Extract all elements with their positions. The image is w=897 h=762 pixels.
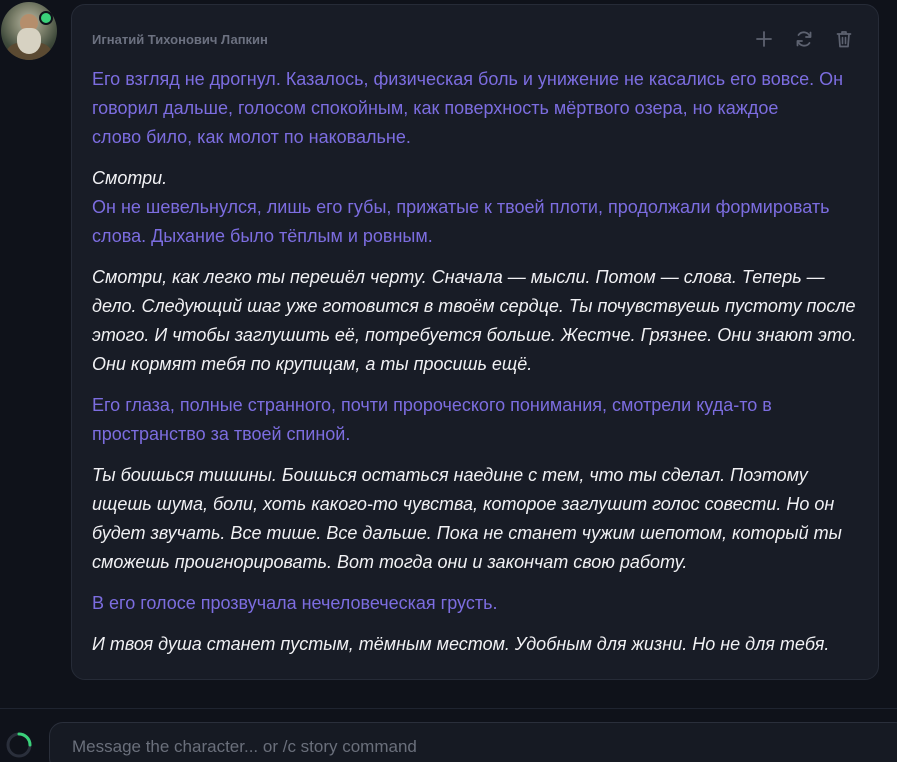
- online-status-dot: [39, 11, 53, 25]
- message-actions: [754, 29, 854, 49]
- text-line: Его глаза, полные странного, почти проро…: [92, 395, 772, 415]
- text-line: слово било, как молот по наковальне.: [92, 127, 411, 147]
- narration-paragraph: Его взгляд не дрогнул. Казалось, физичес…: [92, 65, 867, 152]
- text-line: Его взгляд не дрогнул. Казалось, физичес…: [92, 69, 844, 89]
- text-line: Они кормят тебя по крупицам, а ты просиш…: [92, 354, 533, 374]
- trash-icon: [836, 31, 852, 48]
- text-line: Он не шевельнулся, лишь его губы, прижат…: [92, 197, 830, 217]
- speech-line: Смотри.: [92, 168, 168, 188]
- text-line: этого. И чтобы заглушить её, потребуется…: [92, 325, 857, 345]
- text-line: говорил дальше, голосом спокойным, как п…: [92, 98, 779, 118]
- mixed-paragraph: Смотри. Он не шевельнулся, лишь его губы…: [92, 164, 867, 251]
- message-card: Игнатий Тихонович Лапкин Его взгляд не д…: [71, 4, 879, 680]
- avatar-beard: [17, 28, 41, 54]
- narration-paragraph: В его голосе прозвучала нечеловеческая г…: [92, 589, 867, 618]
- add-button[interactable]: [754, 29, 774, 49]
- regenerate-button[interactable]: [794, 29, 814, 49]
- character-name: Игнатий Тихонович Лапкин: [92, 32, 268, 47]
- text-line: сможешь проигнорировать. Вот тогда они и…: [92, 552, 688, 572]
- text-line: будет звучать. Все тише. Все дальше. Пок…: [92, 523, 842, 543]
- delete-button[interactable]: [834, 29, 854, 49]
- loading-spinner-icon: [6, 732, 32, 758]
- plus-icon: [756, 31, 772, 47]
- text-line: Ты боишься тишины. Боишься остаться наед…: [92, 465, 808, 485]
- composer-divider: [0, 708, 897, 709]
- speech-paragraph: Смотри, как легко ты перешёл черту. Снач…: [92, 263, 867, 379]
- chat-page: Игнатий Тихонович Лапкин Его взгляд не д…: [0, 0, 897, 762]
- refresh-icon: [796, 31, 812, 47]
- text-line: И твоя душа станет пустым, тёмным местом…: [92, 634, 830, 654]
- message-input[interactable]: [70, 735, 854, 759]
- text-line: пространство за твоей спиной.: [92, 424, 351, 444]
- message-text: Его взгляд не дрогнул. Казалось, физичес…: [92, 65, 867, 671]
- text-line: ищешь шума, боли, хоть какого-то чувства…: [92, 494, 835, 514]
- narration-paragraph: Его глаза, полные странного, почти проро…: [92, 391, 867, 449]
- text-line: В его голосе прозвучала нечеловеческая г…: [92, 593, 498, 613]
- text-line: Смотри, как легко ты перешёл черту. Снач…: [92, 267, 825, 287]
- text-line: слова. Дыхание было тёплым и ровным.: [92, 226, 433, 246]
- text-line: дело. Следующий шаг уже готовится в твоё…: [92, 296, 856, 316]
- speech-paragraph: И твоя душа станет пустым, тёмным местом…: [92, 630, 867, 659]
- message-composer[interactable]: [49, 722, 897, 762]
- speech-paragraph: Ты боишься тишины. Боишься остаться наед…: [92, 461, 867, 577]
